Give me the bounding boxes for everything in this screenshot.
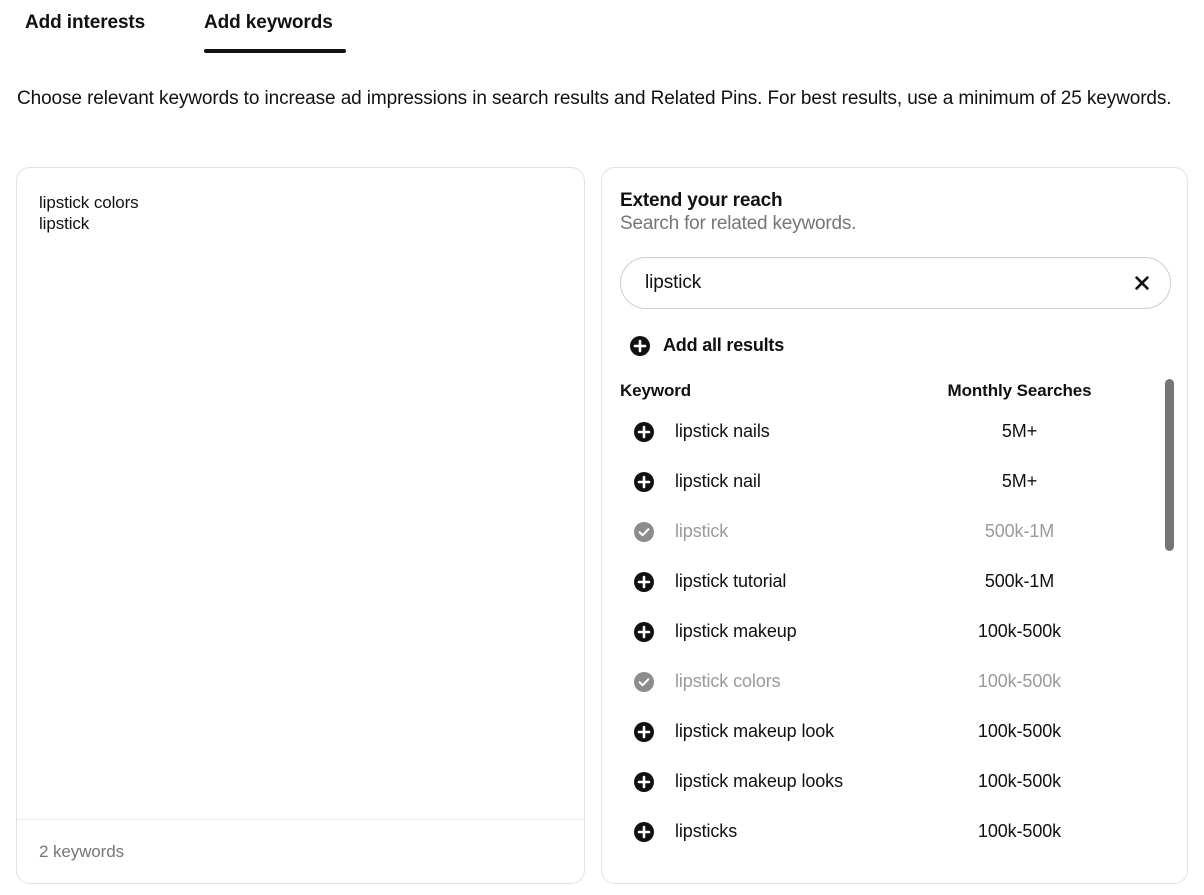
- plus-circle-icon[interactable]: [634, 772, 654, 792]
- tab-add-interests[interactable]: Add interests: [25, 12, 145, 46]
- table-row[interactable]: lipstick nails 5M+: [620, 407, 1171, 457]
- table-row[interactable]: lipstick makeup 100k-500k: [620, 607, 1171, 657]
- column-header-keyword: Keyword: [620, 381, 692, 400]
- monthly-searches-value: 100k-500k: [977, 721, 1062, 741]
- add-all-results-button[interactable]: Add all results: [630, 335, 784, 356]
- plus-circle-icon: [630, 335, 650, 356]
- tab-bar: Add interests Add keywords: [0, 0, 1204, 56]
- plus-circle-icon[interactable]: [634, 622, 654, 642]
- close-icon[interactable]: [1128, 269, 1156, 297]
- plus-circle-icon[interactable]: [634, 722, 654, 742]
- keyword-label: lipstick colors: [675, 671, 781, 691]
- table-row[interactable]: lipstick makeup looks 100k-500k: [620, 757, 1171, 807]
- page-description: Choose relevant keywords to increase ad …: [17, 88, 1172, 109]
- monthly-searches-value: 5M+: [1001, 421, 1038, 441]
- monthly-searches-value: 5M+: [1001, 471, 1038, 491]
- check-circle-icon: [634, 522, 654, 542]
- plus-circle-icon[interactable]: [634, 572, 654, 592]
- selected-keywords-list: lipstick colors lipstick: [39, 192, 568, 234]
- selected-keywords-footer: 2 keywords: [17, 819, 584, 883]
- monthly-searches-value: 100k-500k: [977, 671, 1062, 691]
- monthly-searches-value: 500k-1M: [984, 521, 1055, 541]
- keyword-label: lipstick: [675, 521, 729, 541]
- keyword-label: lipstick nail: [675, 471, 761, 491]
- keyword-label: lipstick makeup look: [675, 721, 835, 741]
- panel-subtitle: Search for related keywords.: [620, 213, 857, 234]
- plus-circle-icon[interactable]: [634, 422, 654, 442]
- keyword-count-label: 2 keywords: [39, 841, 124, 861]
- keyword-label: lipsticks: [675, 821, 738, 841]
- keyword-label: lipstick makeup looks: [675, 771, 843, 791]
- results-scrollbar[interactable]: [1165, 379, 1175, 859]
- active-tab-indicator: [204, 49, 346, 53]
- panel-title: Extend your reach: [620, 190, 783, 211]
- table-row[interactable]: lipstick nail 5M+: [620, 457, 1171, 507]
- column-header-monthly-searches: Monthly Searches: [947, 381, 1092, 400]
- results-table-body[interactable]: lipstick nails 5M+ lipstick nail 5M+ lipstic…: [620, 407, 1171, 872]
- table-row: lipstick colors 100k-500k: [620, 657, 1171, 707]
- keyword-label: lipstick nails: [675, 421, 770, 441]
- results-scrollbar-thumb[interactable]: [1165, 379, 1174, 551]
- search-input[interactable]: [645, 258, 1105, 308]
- results-table-header: Keyword Monthly Searches: [620, 381, 1171, 405]
- plus-circle-icon[interactable]: [634, 472, 654, 492]
- monthly-searches-value: 500k-1M: [984, 571, 1055, 591]
- tab-add-keywords[interactable]: Add keywords: [204, 12, 333, 46]
- monthly-searches-value: 100k-500k: [977, 621, 1062, 641]
- table-row[interactable]: lipstick makeup look 100k-500k: [620, 707, 1171, 757]
- monthly-searches-value: 100k-500k: [977, 821, 1062, 841]
- extend-reach-panel: Extend your reach Search for related key…: [601, 167, 1188, 884]
- monthly-searches-value: 100k-500k: [977, 771, 1062, 791]
- list-item[interactable]: lipstick: [39, 213, 568, 234]
- list-item[interactable]: lipstick colors: [39, 192, 568, 213]
- selected-keywords-panel: lipstick colors lipstick 2 keywords: [16, 167, 585, 884]
- keyword-label: lipstick tutorial: [675, 571, 787, 591]
- keyword-search-box[interactable]: [620, 257, 1171, 309]
- plus-circle-icon[interactable]: [634, 822, 654, 842]
- keyword-label: lipstick makeup: [675, 621, 797, 641]
- table-row[interactable]: lipsticks 100k-500k: [620, 807, 1171, 857]
- table-row: lipstick 500k-1M: [620, 507, 1171, 557]
- check-circle-icon: [634, 672, 654, 692]
- add-all-results-label: Add all results: [663, 335, 785, 355]
- table-row[interactable]: lipstick tutorial 500k-1M: [620, 557, 1171, 607]
